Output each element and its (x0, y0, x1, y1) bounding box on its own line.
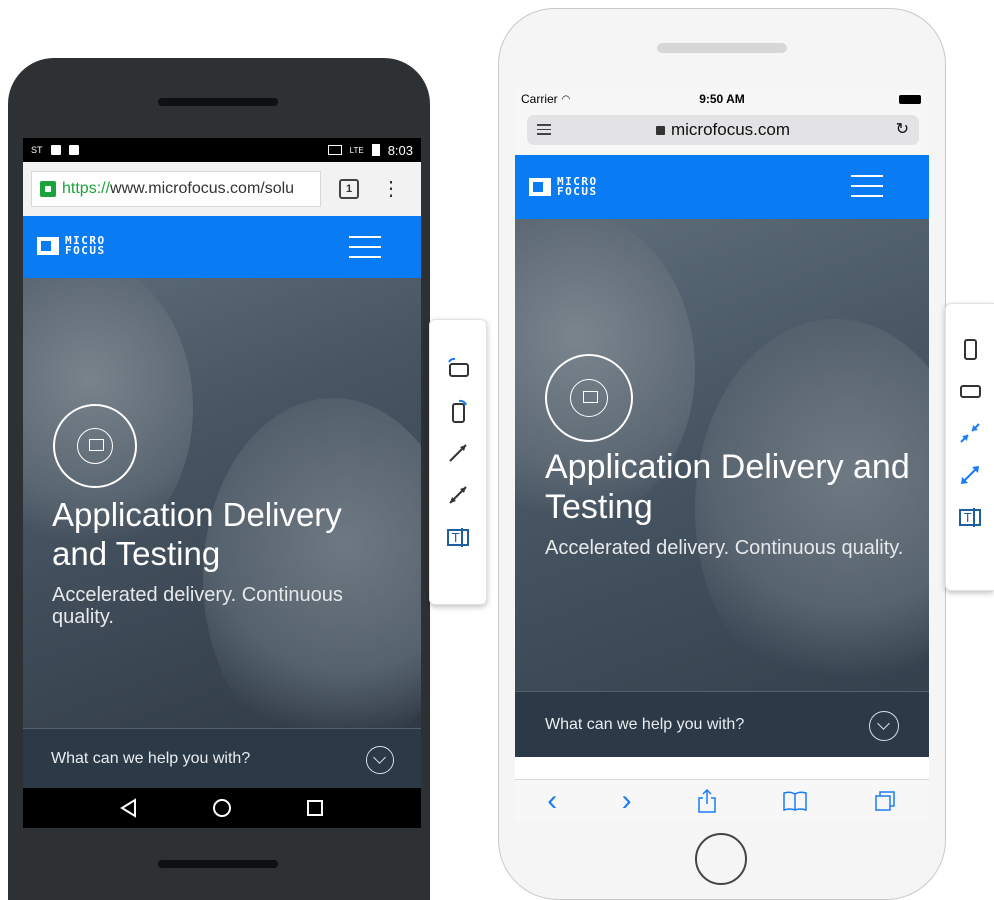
rotate-portrait-icon[interactable] (441, 394, 475, 428)
cast-icon (327, 145, 342, 155)
hero-subtitle: Accelerated delivery. Continuous quality… (545, 537, 904, 559)
iphone-speaker (657, 43, 787, 53)
text-size-icon[interactable]: T (953, 500, 987, 534)
lock-icon (40, 181, 56, 197)
lte-signal-icon: LTE (349, 145, 364, 155)
reader-icon[interactable] (537, 124, 551, 135)
device-toolbar-left: T (429, 319, 487, 605)
hero-title: Application Delivery and Testing (545, 448, 910, 527)
hero-banner: Application Delivery and Testing Acceler… (515, 219, 929, 691)
sd-card-icon (50, 145, 61, 155)
android-nav-bar (23, 788, 421, 828)
android-screen: ST LTE 8:03 https:// www.microfocus.com/… (23, 138, 421, 828)
hero-subtitle: Accelerated delivery. Continuous quality… (52, 584, 343, 629)
android-time: 8:03 (387, 142, 413, 158)
tab-switcher-button[interactable]: 1 (339, 179, 359, 199)
logo-line2: FOCUS (65, 244, 106, 257)
svg-text:T: T (451, 531, 460, 545)
zoom-in-icon[interactable] (441, 436, 475, 470)
logo-mark (37, 237, 59, 255)
landscape-icon[interactable] (953, 374, 987, 408)
url-host: www.microfocus.com/solu (110, 180, 295, 197)
back-chevron-icon[interactable]: ‹ (547, 784, 557, 818)
micro-focus-logo[interactable]: MICRO FOCUS (529, 176, 598, 198)
text-size-icon[interactable]: T (441, 520, 475, 554)
sim-icon: ST (31, 145, 43, 155)
hero-title: Application Delivery and Testing (52, 496, 342, 572)
android-bottom-speaker (158, 860, 278, 868)
rotate-landscape-icon[interactable] (441, 352, 475, 386)
help-text: What can we help you with? (51, 749, 251, 767)
android-status-bar: ST LTE 8:03 (23, 138, 421, 162)
battery-icon (899, 95, 921, 104)
share-icon[interactable] (696, 788, 718, 814)
hamburger-menu-icon[interactable] (851, 175, 883, 197)
zoom-out-icon[interactable] (441, 478, 475, 512)
android-chrome-toolbar: https:// www.microfocus.com/solu 1 ⋮ (23, 162, 421, 216)
chevron-down-circle-icon[interactable] (366, 746, 394, 774)
site-header: MICRO FOCUS (515, 155, 929, 219)
micro-focus-logo[interactable]: MICRO FOCUS (37, 235, 106, 257)
logo-line2: FOCUS (557, 185, 598, 198)
portrait-icon[interactable] (953, 332, 987, 366)
svg-text:T: T (963, 511, 972, 525)
device-toolbar-right: T (945, 303, 994, 591)
android-device-frame: ST LTE 8:03 https:// www.microfocus.com/… (8, 58, 430, 900)
logo-mark (529, 178, 551, 196)
android-url-field[interactable]: https:// www.microfocus.com/solu (31, 171, 321, 207)
help-text: What can we help you with? (545, 715, 745, 733)
chevron-down-circle-icon[interactable] (869, 711, 899, 741)
iphone-device-frame: Carrier ◠ 9:50 AM microfocus.com ↻ MICRO… (498, 8, 946, 900)
back-triangle-icon[interactable] (119, 798, 139, 818)
safari-bottom-toolbar: ‹ › (515, 779, 929, 821)
help-bar[interactable]: What can we help you with? (23, 728, 421, 788)
expand-icon[interactable] (953, 458, 987, 492)
safari-url-bar: microfocus.com ↻ (515, 109, 929, 155)
recents-square-icon[interactable] (305, 798, 325, 818)
bookmarks-icon[interactable] (782, 790, 808, 812)
url-text: microfocus.com (670, 120, 791, 139)
hamburger-menu-icon[interactable] (349, 236, 381, 258)
url-scheme: https:// (62, 180, 111, 197)
lock-icon (655, 125, 665, 135)
delivery-circle-icon (545, 354, 633, 442)
shrink-icon[interactable] (953, 416, 987, 450)
ios-time: 9:50 AM (699, 92, 745, 106)
tabs-icon[interactable] (873, 789, 897, 813)
hero-banner: Application Delivery and Testing Acceler… (23, 278, 421, 728)
iphone-screen: Carrier ◠ 9:50 AM microfocus.com ↻ MICRO… (515, 89, 929, 821)
notification-icon (68, 145, 79, 155)
home-circle-icon[interactable] (211, 797, 233, 819)
forward-chevron-icon[interactable]: › (622, 784, 632, 818)
reload-icon[interactable]: ↻ (896, 119, 909, 139)
home-button[interactable] (695, 833, 747, 885)
ios-status-bar: Carrier ◠ 9:50 AM (515, 89, 929, 109)
delivery-circle-icon (53, 404, 137, 488)
safari-address-field[interactable]: microfocus.com ↻ (527, 115, 919, 145)
help-bar[interactable]: What can we help you with? (515, 691, 929, 757)
site-header: MICRO FOCUS (23, 216, 421, 278)
battery-icon (371, 144, 380, 156)
overflow-menu-icon[interactable]: ⋮ (381, 179, 401, 199)
android-top-speaker (158, 98, 278, 106)
